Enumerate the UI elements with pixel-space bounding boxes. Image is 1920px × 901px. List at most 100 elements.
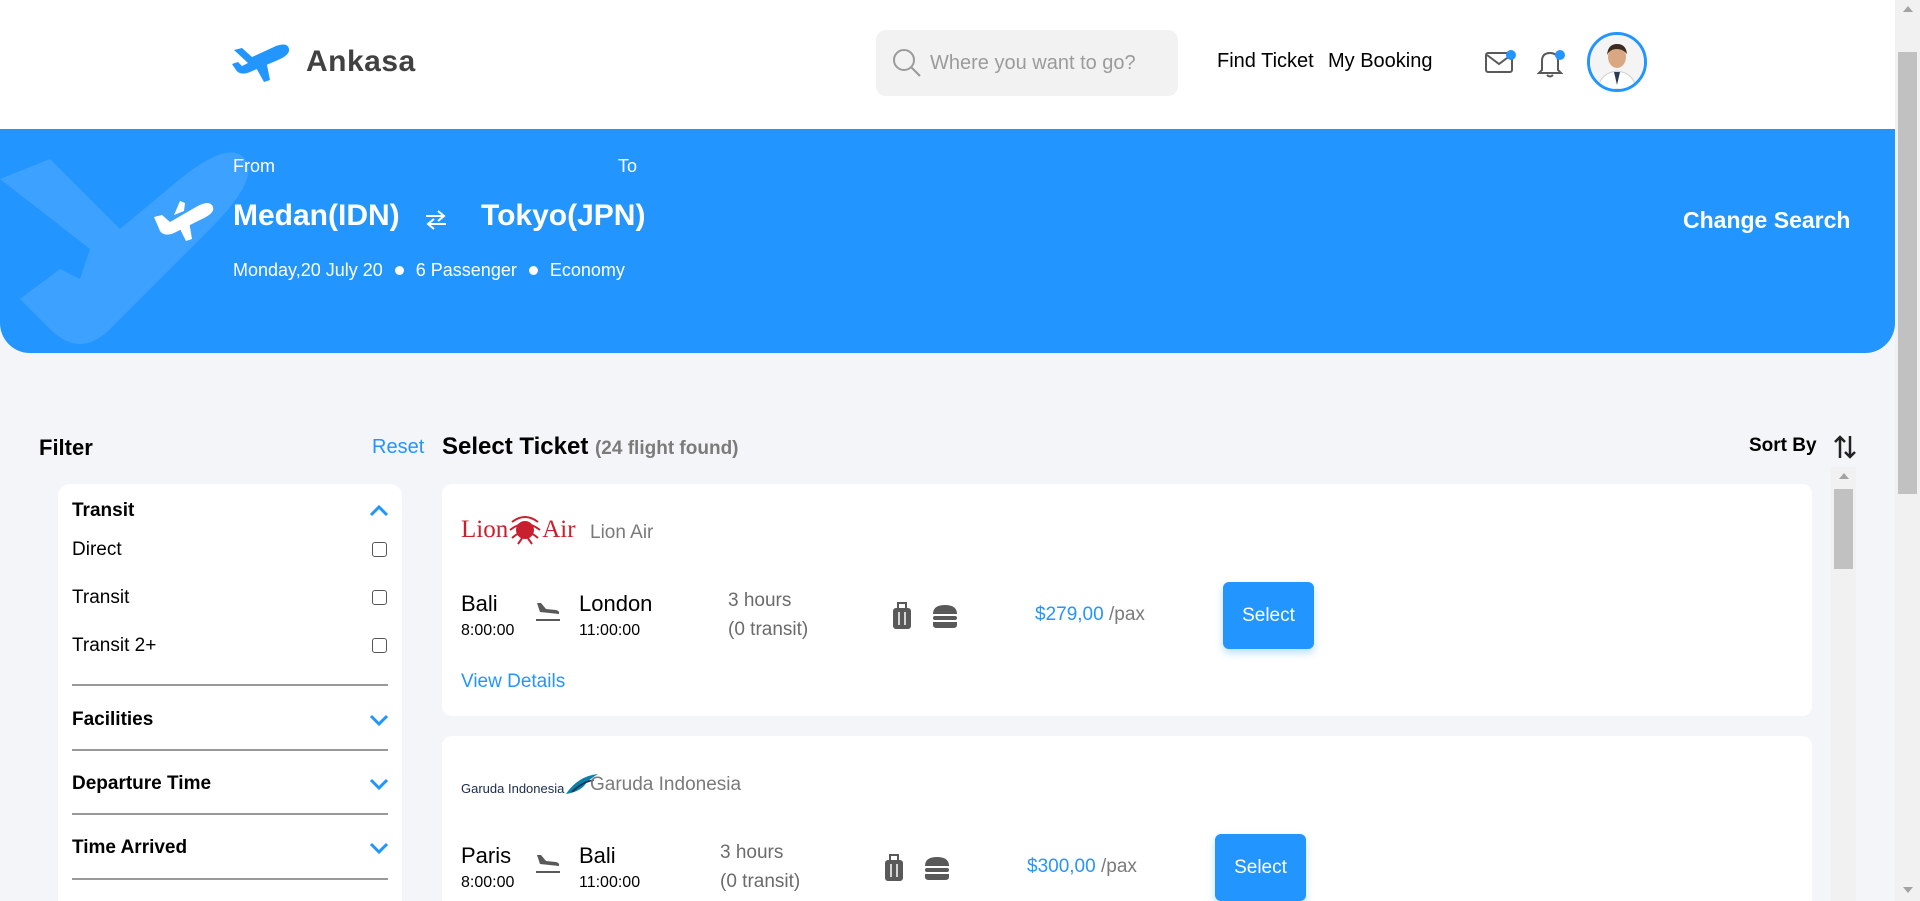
separator-dot	[528, 266, 538, 275]
separator-dot	[394, 266, 404, 275]
banner-plane-icon	[154, 201, 214, 241]
arrival-time: 11:00:00	[579, 874, 641, 891]
chevron-down-icon[interactable]	[368, 841, 390, 855]
departure-time-section-title[interactable]: Departure Time	[72, 773, 211, 795]
price-value: $279,00	[1035, 604, 1104, 625]
filter-panel: Transit Direct Transit Transit 2+ Facili…	[58, 484, 402, 901]
select-ticket-button[interactable]: Select	[1223, 582, 1314, 649]
trip-meta: Monday,20 July 20 6 Passenger Economy	[233, 260, 625, 281]
price-unit: /pax	[1100, 856, 1137, 877]
lion-logo-icon	[509, 516, 541, 545]
lion-air-logo-text-part: Lion	[461, 516, 509, 543]
sort-by-label[interactable]: Sort By	[1749, 435, 1817, 457]
ticket-card: Garuda Indonesia Garuda Indonesia Paris …	[442, 736, 1812, 901]
plane-landing-icon	[536, 603, 560, 621]
scroll-down-arrow-icon[interactable]	[1903, 887, 1913, 893]
departure-time: 8:00:00	[461, 874, 515, 891]
ticket-list-scroll-thumb[interactable]	[1834, 489, 1853, 569]
transit-option-direct: Direct	[72, 539, 122, 560]
divider	[72, 878, 388, 880]
divider	[72, 749, 388, 751]
travel-date: Monday,20 July 20	[233, 260, 383, 280]
flight-duration: 3 hours (0 transit)	[728, 586, 808, 644]
to-label: To	[618, 156, 638, 176]
departure-time: 8:00:00	[461, 622, 515, 639]
brand-name: Ankasa	[306, 45, 416, 78]
luggage-icon	[893, 602, 911, 629]
search-input[interactable]	[930, 51, 1170, 75]
transit-option-transit: Transit	[72, 587, 130, 608]
page-scroll-thumb[interactable]	[1898, 52, 1917, 494]
divider	[72, 813, 388, 815]
divider	[72, 684, 388, 686]
price-value: $300,00	[1027, 856, 1096, 877]
search-box[interactable]	[876, 30, 1178, 96]
search-summary-banner: From To Medan(IDN) Tokyo(JPN) Monday,20 …	[0, 129, 1895, 353]
luggage-icon	[885, 854, 903, 881]
navbar: Ankasa Find Ticket My Booking	[0, 0, 1895, 129]
to-city: Tokyo(JPN)	[481, 199, 646, 232]
price-unit: /pax	[1108, 604, 1145, 625]
reset-filter-button[interactable]: Reset	[372, 436, 424, 459]
chevron-down-icon[interactable]	[368, 777, 390, 791]
brand-logo[interactable]: Ankasa	[228, 40, 416, 84]
swap-icon	[426, 210, 446, 230]
lion-air-logo: Lion Air	[461, 512, 576, 548]
airline-name: Garuda Indonesia	[590, 774, 742, 795]
page: Ankasa Find Ticket My Booking	[0, 0, 1920, 901]
arrival-city: Bali	[579, 843, 616, 868]
nav-find-ticket[interactable]: Find Ticket	[1217, 50, 1314, 73]
search-icon	[893, 49, 921, 77]
from-label: From	[233, 156, 275, 176]
duration-hours: 3 hours	[720, 842, 784, 863]
sort-icon[interactable]	[1833, 434, 1857, 460]
arrival-city: London	[579, 591, 653, 616]
scroll-up-arrow-icon[interactable]	[1839, 473, 1849, 479]
user-avatar[interactable]	[1587, 32, 1647, 92]
time-arrived-section-title[interactable]: Time Arrived	[72, 837, 187, 859]
nav-my-booking[interactable]: My Booking	[1328, 50, 1433, 73]
chevron-down-icon[interactable]	[368, 713, 390, 727]
transit-section-title[interactable]: Transit	[72, 500, 134, 522]
meal-icon	[933, 605, 957, 628]
page-scrollbar[interactable]	[1895, 0, 1920, 901]
ticket-price: $300,00 /pax	[1027, 856, 1137, 878]
garuda-logo-text: Garuda Indonesia	[461, 781, 565, 796]
profile-photo-icon	[1590, 35, 1644, 89]
notification-unread-dot	[1555, 50, 1565, 60]
notification-button[interactable]	[1534, 46, 1568, 80]
mail-unread-dot	[1506, 50, 1516, 60]
plane-logo-icon	[232, 44, 290, 82]
ticket-card: Lion Air Lion Air Bali 8:00:00 London 11…	[442, 484, 1812, 716]
passenger-count: 6 Passenger	[415, 260, 517, 280]
duration-hours: 3 hours	[728, 590, 792, 611]
facilities-section-title[interactable]: Facilities	[72, 709, 153, 731]
transit-option-transit-2plus: Transit 2+	[72, 635, 157, 656]
select-ticket-title: Select Ticket	[442, 433, 589, 460]
departure-city: Bali	[461, 591, 498, 616]
transit-count: (0 transit)	[728, 619, 809, 640]
meal-icon	[925, 857, 949, 880]
scroll-up-arrow-icon[interactable]	[1903, 6, 1913, 12]
mail-button[interactable]	[1484, 46, 1518, 80]
lion-air-logo-text-part: Air	[542, 516, 576, 543]
from-city: Medan(IDN)	[233, 199, 400, 232]
cabin-class: Economy	[549, 260, 625, 280]
transit-checkbox[interactable]	[372, 590, 387, 605]
ticket-list-scrollbar[interactable]	[1831, 467, 1856, 901]
arrival-time: 11:00:00	[579, 622, 641, 639]
change-search-button[interactable]: Change Search	[1683, 207, 1850, 234]
view-details-link[interactable]: View Details	[461, 671, 565, 693]
flight-duration: 3 hours (0 transit)	[720, 838, 800, 896]
select-ticket-button[interactable]: Select	[1215, 834, 1306, 901]
filter-title: Filter	[39, 435, 93, 460]
ticket-price: $279,00 /pax	[1035, 604, 1145, 626]
flight-count: (24 flight found)	[594, 438, 739, 459]
chevron-up-icon[interactable]	[368, 504, 390, 518]
plane-landing-icon	[536, 855, 560, 873]
transit-2plus-checkbox[interactable]	[372, 638, 387, 653]
direct-checkbox[interactable]	[372, 542, 387, 557]
transit-count: (0 transit)	[720, 871, 801, 892]
airline-name: Lion Air	[590, 522, 654, 543]
departure-city: Paris	[461, 843, 512, 868]
